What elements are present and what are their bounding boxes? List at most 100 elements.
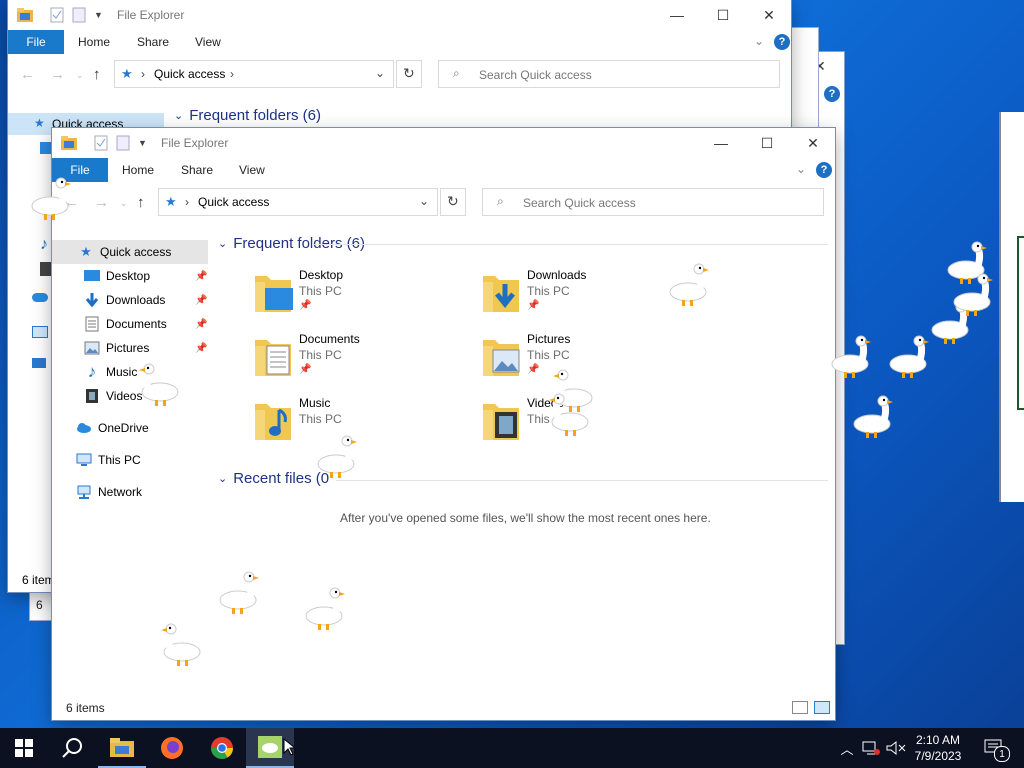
- help-icon[interactable]: ?: [824, 86, 840, 102]
- title-bar[interactable]: ▼ File Explorer — ☐ ✕: [52, 128, 835, 158]
- documents-folder-icon: [255, 340, 291, 376]
- folder-tile-videos[interactable]: Videos This PC: [481, 396, 691, 452]
- status-text: 6: [36, 598, 43, 612]
- this-pc-icon: [32, 326, 48, 338]
- close-button[interactable]: ✕: [746, 0, 791, 30]
- help-icon[interactable]: ?: [774, 34, 790, 50]
- start-button[interactable]: [0, 728, 48, 768]
- expand-ribbon-icon[interactable]: ⌄: [796, 162, 806, 176]
- nav-item-desktop[interactable]: Desktop: [84, 264, 150, 288]
- recent-files-header[interactable]: ⌄ Recent files (0: [218, 470, 329, 487]
- customize-toolbar-icon[interactable]: ▼: [94, 10, 103, 20]
- customize-toolbar-icon[interactable]: ▼: [138, 138, 147, 148]
- partial-window-right: [999, 112, 1024, 502]
- tab-file[interactable]: File: [8, 30, 64, 54]
- close-button[interactable]: ✕: [790, 128, 835, 158]
- properties-icon[interactable]: [94, 135, 108, 154]
- search-placeholder: Search Quick access: [479, 68, 592, 82]
- folder-name: Documents: [299, 332, 360, 346]
- tab-home[interactable]: Home: [122, 163, 154, 177]
- tab-home[interactable]: Home: [78, 35, 110, 49]
- folder-tile-music[interactable]: Music This PC: [253, 396, 463, 452]
- folder-location: This PC: [299, 412, 342, 426]
- search-box[interactable]: ⌕ Search Quick access: [482, 188, 824, 216]
- taskbar-file-explorer[interactable]: [98, 728, 146, 768]
- nav-item-network[interactable]: Network: [76, 480, 142, 504]
- taskbar-firefox[interactable]: [148, 728, 196, 768]
- nav-item-downloads[interactable]: Downloads: [84, 288, 165, 312]
- nav-item-label: Documents: [106, 317, 167, 331]
- window-title: File Explorer: [117, 8, 185, 22]
- nav-item-label: Network: [98, 485, 143, 499]
- expand-ribbon-icon[interactable]: ⌄: [754, 34, 764, 48]
- tab-view[interactable]: View: [239, 163, 265, 177]
- desktop-folder-icon: [255, 276, 293, 312]
- nav-item-onedrive[interactable]: OneDrive: [76, 416, 149, 440]
- nav-item-quick-access-label[interactable]: ★ Quick access: [78, 240, 171, 264]
- address-bar[interactable]: ★ › Quick access ⌄: [158, 188, 438, 216]
- maximize-button[interactable]: ☐: [744, 128, 790, 158]
- refresh-button[interactable]: ↻: [396, 60, 422, 88]
- help-icon[interactable]: ?: [816, 162, 832, 178]
- folder-tile-downloads[interactable]: Downloads This PC 📌: [481, 268, 691, 324]
- frequent-folders-header[interactable]: ⌄ Frequent folders (6): [174, 107, 321, 124]
- recent-locations-icon[interactable]: ⌄: [120, 198, 128, 209]
- show-hidden-icons-button[interactable]: ︿: [838, 728, 856, 768]
- tab-share[interactable]: Share: [137, 35, 169, 49]
- details-view-icon[interactable]: [792, 701, 808, 714]
- new-folder-icon[interactable]: [116, 135, 130, 154]
- forward-button[interactable]: →: [94, 194, 109, 211]
- tab-view[interactable]: View: [195, 35, 221, 49]
- folder-name: Videos: [527, 396, 564, 410]
- folder-location: This PC: [527, 348, 570, 362]
- nav-item-documents[interactable]: Documents: [84, 312, 167, 336]
- nav-item-label: This PC: [98, 453, 141, 467]
- chevron-down-icon[interactable]: ⌄: [375, 66, 385, 80]
- minimize-button[interactable]: —: [654, 0, 700, 30]
- minimize-button[interactable]: —: [698, 128, 744, 158]
- up-button[interactable]: ↑: [93, 66, 101, 83]
- search-button[interactable]: [48, 728, 96, 768]
- nav-item-this-pc[interactable]: This PC: [76, 448, 141, 472]
- chevron-down-icon[interactable]: ⌄: [419, 194, 429, 208]
- new-folder-icon[interactable]: [72, 7, 86, 26]
- file-explorer-window-front[interactable]: ▼ File Explorer — ☐ ✕ File Home Share Vi…: [52, 128, 835, 720]
- network-tray-button[interactable]: [860, 728, 882, 768]
- search-box[interactable]: ⌕ Search Quick access: [438, 60, 780, 88]
- nav-item-videos[interactable]: Videos: [84, 384, 142, 408]
- nav-item-pictures[interactable]: Pictures: [84, 336, 149, 360]
- taskbar-chrome[interactable]: [198, 728, 246, 768]
- properties-icon[interactable]: [50, 7, 64, 26]
- forward-button[interactable]: →: [50, 66, 65, 83]
- recent-locations-icon[interactable]: ⌄: [76, 70, 84, 81]
- maximize-button[interactable]: ☐: [700, 0, 746, 30]
- address-row: ← → ⌄ ↑ ★ › Quick access › ⌄ ↻ ⌕ Search …: [8, 54, 791, 94]
- music-icon: ♪: [40, 236, 48, 253]
- title-bar[interactable]: ▼ File Explorer — ☐ ✕: [8, 0, 791, 30]
- back-button[interactable]: ←: [20, 66, 35, 83]
- back-button[interactable]: ←: [64, 194, 79, 211]
- folder-tile-desktop[interactable]: Desktop This PC 📌: [253, 268, 463, 324]
- up-button[interactable]: ↑: [137, 194, 145, 211]
- volume-tray-button[interactable]: [884, 728, 908, 768]
- folder-icon: [16, 7, 34, 26]
- clock[interactable]: 2:10 AM 7/9/2023: [912, 728, 964, 768]
- folder-tile-documents[interactable]: Documents This PC 📌: [253, 332, 463, 388]
- tab-file[interactable]: File: [52, 158, 108, 182]
- address-bar[interactable]: ★ › Quick access › ⌄: [114, 60, 394, 88]
- address-row: ← → ⌄ ↑ ★ › Quick access ⌄ ↻ ⌕ Search Qu…: [52, 182, 835, 222]
- window-title: File Explorer: [161, 136, 229, 150]
- large-icons-view-icon[interactable]: [814, 701, 830, 714]
- chevron-up-icon: ︿: [840, 741, 854, 757]
- folder-name: Music: [299, 396, 331, 410]
- notification-count-badge: 1: [994, 746, 1010, 762]
- folder-tile-pictures[interactable]: Pictures This PC 📌: [481, 332, 691, 388]
- ribbon: File Home Share View ⌄ ?: [52, 158, 835, 183]
- folder-icon: [60, 135, 78, 154]
- action-center-button[interactable]: 1: [976, 728, 1012, 768]
- videos-icon: [40, 262, 52, 276]
- tab-share[interactable]: Share: [181, 163, 213, 177]
- pin-icon: 📌: [195, 319, 208, 330]
- nav-item-music[interactable]: ♪ Music: [84, 360, 138, 384]
- refresh-button[interactable]: ↻: [440, 188, 466, 216]
